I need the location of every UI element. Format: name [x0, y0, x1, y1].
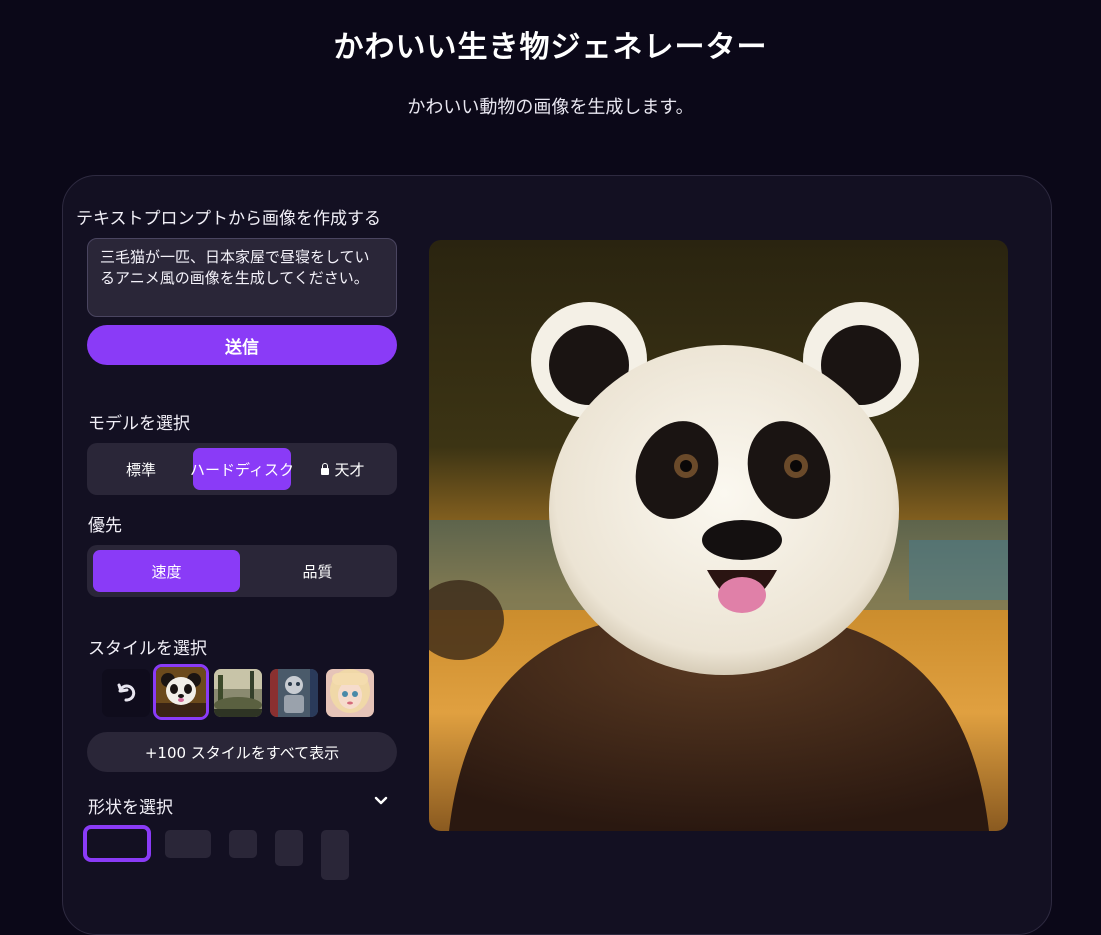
model-option-genius[interactable]: 天才	[295, 448, 391, 490]
chevron-down-icon[interactable]	[374, 794, 388, 808]
shape-option-square[interactable]	[229, 830, 257, 858]
prompt-section-label: テキストプロンプトから画像を作成する	[76, 209, 381, 229]
model-option-genius-label: 天才	[334, 460, 365, 479]
style-thumb-anime-girl[interactable]	[326, 669, 374, 717]
shape-option-portrait[interactable]	[275, 830, 303, 866]
panda-thumbnail	[156, 667, 206, 717]
style-thumb-panda[interactable]	[153, 664, 209, 720]
send-button[interactable]: 送信	[87, 325, 397, 365]
priority-option-quality[interactable]: 品質	[244, 550, 391, 592]
page-title: かわいい生き物ジェネレーター	[333, 30, 768, 65]
shape-option-landscape-wide[interactable]	[83, 825, 151, 862]
show-all-styles-button[interactable]: +100 スタイルをすべて表示	[87, 732, 397, 772]
robot-thumbnail	[270, 669, 318, 717]
style-section-label: スタイルを選択	[88, 639, 207, 659]
model-selector: 標準 ハードディスク 天才	[87, 443, 397, 495]
style-thumb-none[interactable]	[102, 669, 150, 717]
style-thumb-robot[interactable]	[270, 669, 318, 717]
model-option-harddisk[interactable]: ハードディスク	[190, 448, 294, 490]
model-option-standard[interactable]: 標準	[93, 448, 189, 490]
shape-option-tall-portrait[interactable]	[321, 830, 349, 880]
model-section-label: モデルを選択	[88, 414, 190, 434]
panda-image	[429, 240, 1008, 831]
shape-section-label: 形状を選択	[88, 798, 173, 818]
shape-option-landscape[interactable]	[165, 830, 211, 858]
prompt-input[interactable]: 三毛猫が一匹、日本家屋で昼寝をしているアニメ風の画像を生成してください。	[87, 238, 397, 317]
priority-section-label: 優先	[88, 516, 122, 536]
lock-icon	[321, 462, 330, 475]
no-style-icon	[117, 683, 136, 702]
page-subtitle: かわいい動物の画像を生成します。	[407, 97, 694, 118]
priority-option-speed[interactable]: 速度	[93, 550, 240, 592]
landscape-thumbnail	[214, 669, 262, 717]
priority-selector: 速度 品質	[87, 545, 397, 597]
anime-girl-thumbnail	[326, 669, 374, 717]
generated-image	[429, 240, 1008, 831]
style-thumb-landscape[interactable]	[214, 669, 262, 717]
